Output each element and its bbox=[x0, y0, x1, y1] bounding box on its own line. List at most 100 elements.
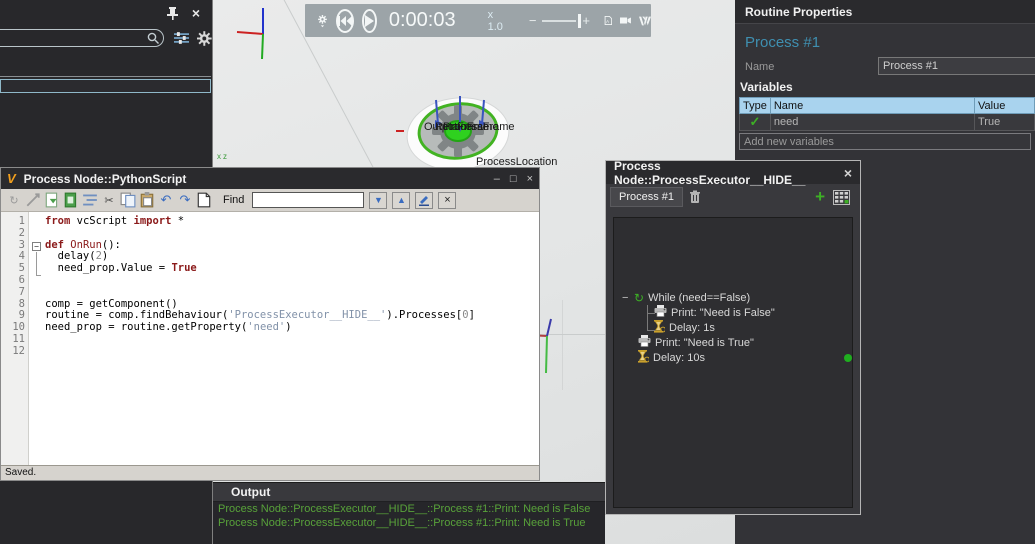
variables-section-label: Variables bbox=[740, 80, 793, 94]
vc-logo-icon bbox=[639, 16, 652, 25]
variable-name[interactable]: need bbox=[769, 113, 976, 131]
statement-row[interactable]: Delay: 10s bbox=[638, 349, 705, 366]
clear-find-button[interactable]: × bbox=[438, 191, 457, 209]
executor-title: Process Node::ProcessExecutor__HIDE__ bbox=[614, 158, 806, 187]
statement-row[interactable]: Print: "Need is False" bbox=[654, 305, 775, 320]
maximize-button[interactable]: □ bbox=[510, 173, 517, 185]
panel-title: Routine Properties bbox=[745, 4, 853, 19]
new-page-icon[interactable] bbox=[196, 192, 212, 208]
col-value[interactable]: Value bbox=[974, 97, 1035, 114]
vc-app-icon: V bbox=[7, 171, 16, 186]
variable-row[interactable]: ✓ need True bbox=[739, 113, 1035, 131]
routine-properties-titlebar: Routine Properties bbox=[735, 0, 1035, 24]
export-pdf-icon[interactable]: A bbox=[604, 12, 612, 29]
settings-gear-icon[interactable] bbox=[197, 30, 212, 46]
speed-slider[interactable] bbox=[542, 13, 582, 28]
code-line: 1 from vcScript import * bbox=[1, 215, 539, 228]
simulation-time: 0:00:03 bbox=[388, 9, 456, 31]
paste-icon[interactable] bbox=[139, 192, 155, 208]
search-input[interactable] bbox=[0, 29, 164, 47]
col-type[interactable]: Type bbox=[739, 97, 771, 114]
speed-decrease-button[interactable]: − bbox=[529, 13, 537, 28]
output-header[interactable]: Output bbox=[213, 483, 605, 502]
frame-tick bbox=[396, 130, 404, 132]
statement-tree[interactable]: − ↻ While (need==False) Print: "Need is Fal… bbox=[613, 217, 853, 508]
pin-icon[interactable] bbox=[166, 6, 178, 20]
output-line: Process Node::ProcessExecutor__HIDE__::P… bbox=[218, 503, 591, 515]
close-icon[interactable]: × bbox=[844, 165, 852, 181]
name-label: Name bbox=[745, 61, 775, 73]
variables-table-header[interactable]: Type Name Value bbox=[739, 97, 1035, 114]
code-line: 6 bbox=[1, 274, 539, 287]
line-number: 2 bbox=[18, 226, 25, 239]
print-icon bbox=[638, 335, 651, 350]
search-row bbox=[0, 27, 212, 49]
find-previous-button[interactable]: ▲ bbox=[392, 191, 411, 209]
svg-text:A: A bbox=[606, 19, 609, 24]
statement-label: Print: "Need is False" bbox=[671, 306, 775, 319]
simulation-settings-gear-icon[interactable] bbox=[317, 9, 328, 33]
tree-connector-line bbox=[647, 305, 648, 331]
export-script-icon[interactable] bbox=[63, 192, 79, 208]
close-button[interactable]: × bbox=[527, 173, 533, 185]
orientation-axis-triad bbox=[236, 8, 264, 60]
simulation-speed: x 1.0 bbox=[487, 8, 503, 33]
find-label: Find bbox=[223, 194, 245, 206]
trace-icon[interactable] bbox=[25, 192, 41, 208]
filter-icon[interactable] bbox=[173, 32, 190, 44]
line-number: 7 bbox=[18, 285, 25, 298]
active-statement-indicator bbox=[844, 354, 852, 362]
tab-process-1[interactable]: Process #1 bbox=[610, 187, 684, 207]
panel-divider bbox=[0, 76, 211, 77]
speed-increase-button[interactable]: + bbox=[582, 13, 590, 28]
code-editor[interactable]: − 1 from vcScript import * 2 3 def OnRun(): 4… bbox=[1, 212, 539, 465]
add-variable-input[interactable]: Add new variables bbox=[739, 133, 1031, 150]
statement-row[interactable]: Print: "Need is True" bbox=[638, 335, 754, 350]
play-button[interactable] bbox=[361, 8, 377, 33]
find-next-button[interactable]: ▼ bbox=[369, 191, 388, 209]
executor-titlebar[interactable]: Process Node::ProcessExecutor__HIDE__ × bbox=[606, 158, 860, 187]
variable-value[interactable]: True bbox=[974, 113, 1035, 131]
format-icon[interactable] bbox=[82, 192, 98, 208]
output-line: Process Node::ProcessExecutor__HIDE__::P… bbox=[218, 517, 586, 529]
close-icon[interactable]: × bbox=[192, 5, 200, 21]
delete-process-trash-icon[interactable] bbox=[689, 190, 701, 204]
statement-label: Delay: 10s bbox=[653, 351, 705, 364]
process-executor-window: Process Node::ProcessExecutor__HIDE__ × … bbox=[605, 158, 861, 515]
copy-icon[interactable] bbox=[120, 192, 136, 208]
panel-header: × bbox=[0, 0, 212, 26]
undo-icon[interactable]: ↶ bbox=[158, 192, 174, 208]
highlight-all-button[interactable] bbox=[415, 191, 434, 209]
delay-icon bbox=[654, 319, 666, 336]
import-script-icon[interactable] bbox=[44, 192, 60, 208]
cut-icon[interactable]: ✂ bbox=[101, 192, 117, 208]
selected-tree-item[interactable] bbox=[0, 79, 211, 93]
reset-simulation-button[interactable] bbox=[335, 8, 354, 33]
loop-icon: ↻ bbox=[634, 290, 645, 305]
print-icon bbox=[654, 305, 667, 320]
redo-icon[interactable]: ↷ bbox=[177, 192, 193, 208]
output-log[interactable]: Process Node::ProcessExecutor__HIDE__::P… bbox=[213, 502, 605, 530]
output-panel: Output Process Node::ProcessExecutor__HI… bbox=[213, 482, 605, 544]
tab-label: Process #1 bbox=[619, 191, 675, 203]
code-line: 5 need_prop.Value = True bbox=[1, 262, 539, 275]
python-script-window: V Process Node::PythonScript – □ × ↻ ✂ ↶… bbox=[0, 167, 540, 481]
statement-row[interactable]: − ↻ While (need==False) bbox=[622, 290, 750, 305]
xz-axis-label: xz bbox=[217, 152, 229, 161]
col-name[interactable]: Name bbox=[769, 97, 976, 114]
minimize-button[interactable]: – bbox=[494, 173, 500, 185]
record-video-icon[interactable] bbox=[620, 14, 632, 27]
collapse-expander-icon[interactable]: − bbox=[622, 292, 630, 304]
grid-view-icon[interactable] bbox=[833, 189, 850, 205]
python-window-titlebar[interactable]: V Process Node::PythonScript – □ × bbox=[1, 168, 539, 189]
name-input[interactable] bbox=[878, 57, 1035, 75]
speed-slider-handle[interactable] bbox=[578, 13, 582, 28]
find-input[interactable] bbox=[252, 192, 365, 208]
delay-icon bbox=[638, 349, 650, 366]
add-process-button[interactable]: + bbox=[815, 187, 825, 207]
statement-row[interactable]: Delay: 1s bbox=[654, 319, 715, 336]
executor-tab-row: Process #1 + bbox=[606, 184, 860, 210]
statement-label: Print: "Need is True" bbox=[655, 336, 754, 349]
refresh-icon[interactable]: ↻ bbox=[6, 192, 22, 208]
code-line: 10 need_prop = routine.getProperty('need'… bbox=[1, 321, 539, 334]
